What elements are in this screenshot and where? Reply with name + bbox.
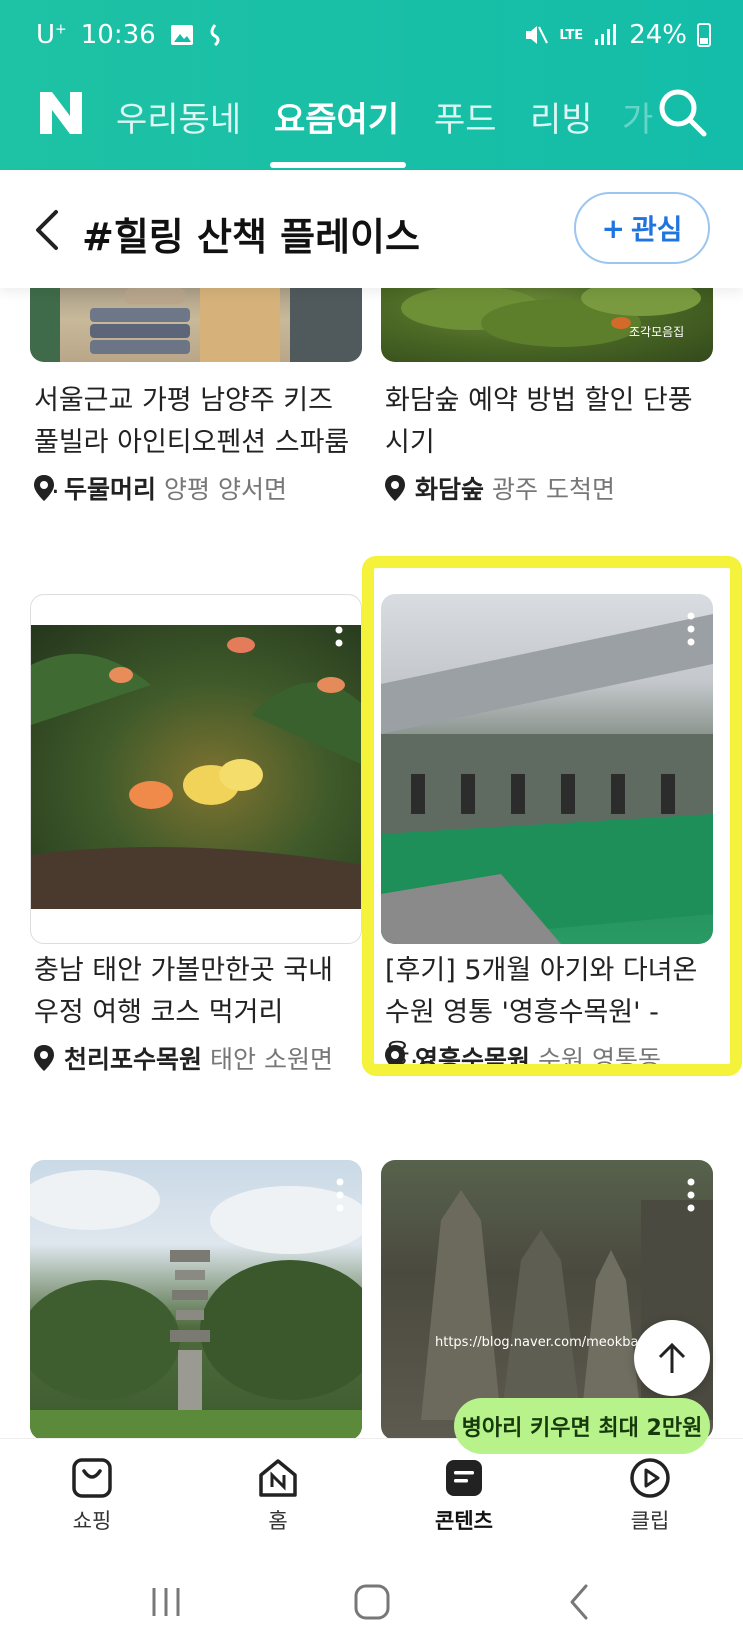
thumbnail-image xyxy=(381,594,713,944)
scroll-to-top-button[interactable] xyxy=(634,1320,710,1396)
page-title: #힐링 산책 플레이스 xyxy=(82,215,420,259)
thumbnail-image: 조각모음집 xyxy=(381,288,713,362)
carrier-label: U+ xyxy=(36,20,67,50)
tab-neighborhood[interactable]: 우리동네 xyxy=(116,92,241,141)
clock: 10:36 xyxy=(80,20,156,50)
network-type: LTE xyxy=(559,27,584,43)
map-pin-icon xyxy=(385,1045,405,1071)
status-bar: U+ 10:36 LTE 24% xyxy=(0,14,743,58)
active-tab-indicator xyxy=(270,162,406,168)
card-title[interactable]: 충남 태안 가볼만한곳 국내 우정 여행 코스 먹거리 xyxy=(34,950,354,1034)
battery-percent: 24% xyxy=(629,20,687,50)
place-area: 양평 양서면 xyxy=(164,475,287,504)
tab-cut-off[interactable]: 가 xyxy=(622,92,653,141)
map-pin-icon xyxy=(385,475,405,501)
clip-icon xyxy=(630,1458,670,1498)
map-pin-icon xyxy=(34,1045,54,1071)
back-arrow-icon[interactable] xyxy=(30,208,64,252)
more-options-icon[interactable] xyxy=(687,1178,695,1212)
plus-icon: + xyxy=(601,211,625,245)
place-name: 영흥수목원 xyxy=(415,1045,531,1074)
watermark-text: 조각모음집 xyxy=(629,325,684,339)
list-item[interactable]: https://blog.naver.com/meokbano xyxy=(381,1160,713,1438)
list-item[interactable]: 조각모음집 화담숲 예약 방법 할인 단풍 시기 화담숲 광주 도척면 xyxy=(381,288,713,528)
signal-icon xyxy=(595,24,617,45)
contents-icon xyxy=(446,1460,482,1496)
content-grid: 서울근교 가평 남양주 키즈풀빌라 아인티오펜션 스파룸 ... 두물머리 양평… xyxy=(0,288,743,1438)
app-notification-icon xyxy=(210,24,220,46)
url-watermark: https://blog.naver.com/meokbano xyxy=(435,1335,655,1350)
follow-label: 관심 xyxy=(630,213,683,246)
map-pin-icon xyxy=(34,475,54,501)
more-options-icon[interactable] xyxy=(336,1178,344,1212)
top-nav: 우리동네 요즘여기 푸드 리빙 가 xyxy=(0,72,743,170)
back-button-icon[interactable] xyxy=(560,1582,600,1622)
list-item[interactable]: [후기] 5개월 아기와 다녀온 수원 영통 '영흥수목원' - 용... 영흥… xyxy=(381,594,713,1084)
thumbnail-image: https://blog.naver.com/meokbano xyxy=(381,1160,713,1438)
shopping-bag-icon xyxy=(72,1458,112,1498)
bottom-tab-bar: 쇼핑 홈 콘텐츠 클립 xyxy=(0,1438,743,1550)
recent-apps-icon[interactable] xyxy=(146,1582,186,1622)
card-title[interactable]: 화담숲 예약 방법 할인 단풍 시기 xyxy=(385,380,705,464)
location: 영흥수목원 수원 영통동 xyxy=(383,1040,661,1076)
place-area: 광주 도척면 xyxy=(492,475,615,504)
place-name: 두물머리 xyxy=(64,475,157,504)
home-button-icon[interactable] xyxy=(352,1582,392,1622)
arrow-up-icon xyxy=(658,1342,686,1373)
tab-living[interactable]: 리빙 xyxy=(530,92,593,141)
follow-button[interactable]: + 관심 xyxy=(574,192,710,264)
battery-icon xyxy=(697,23,711,47)
location: 두물머리 양평 양서면 xyxy=(32,470,287,506)
more-options-icon[interactable] xyxy=(687,612,695,646)
thumbnail-image xyxy=(30,594,362,944)
list-item[interactable] xyxy=(30,1160,362,1438)
home-icon xyxy=(259,1459,297,1497)
search-icon[interactable] xyxy=(656,86,708,138)
tab-food[interactable]: 푸드 xyxy=(434,92,497,141)
page-header: #힐링 산책 플레이스 + 관심 xyxy=(0,170,743,288)
tab-trending[interactable]: 요즘여기 xyxy=(274,92,399,141)
list-item[interactable]: 충남 태안 가볼만한곳 국내 우정 여행 코스 먹거리 천리포수목원 태안 소원… xyxy=(30,594,362,1084)
tab-shopping[interactable]: 쇼핑 xyxy=(32,1457,152,1535)
promo-bubble[interactable]: 병아리 키우면 최대 2만원 xyxy=(454,1398,710,1454)
location: 천리포수목원 태안 소원면 xyxy=(32,1040,333,1076)
system-nav-bar xyxy=(0,1550,743,1651)
more-options-icon[interactable] xyxy=(335,613,343,647)
place-area: 태안 소원면 xyxy=(210,1045,333,1074)
tab-contents[interactable]: 콘텐츠 xyxy=(404,1457,524,1535)
gallery-icon xyxy=(170,25,193,45)
thumbnail-image xyxy=(30,288,362,362)
naver-logo[interactable] xyxy=(38,90,84,136)
thumbnail-image xyxy=(30,1160,362,1438)
tab-home[interactable]: 홈 xyxy=(218,1457,338,1535)
place-name: 천리포수목원 xyxy=(64,1045,203,1074)
location: 화담숲 광주 도척면 xyxy=(383,470,615,506)
place-area: 수원 영통동 xyxy=(538,1045,661,1074)
list-item[interactable]: 서울근교 가평 남양주 키즈풀빌라 아인티오펜션 스파룸 ... 두물머리 양평… xyxy=(30,288,362,528)
mute-icon xyxy=(526,26,549,44)
place-name: 화담숲 xyxy=(415,475,485,504)
tab-clip[interactable]: 클립 xyxy=(590,1457,710,1535)
top-bar: U+ 10:36 LTE 24% 우리동네 요즘여기 푸드 리빙 가 xyxy=(0,0,743,170)
